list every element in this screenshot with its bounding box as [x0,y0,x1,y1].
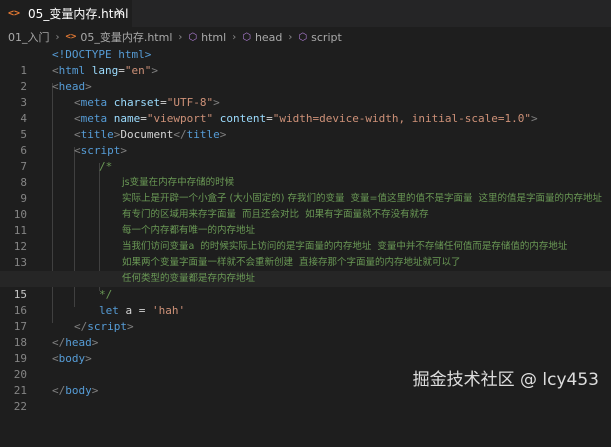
code-line[interactable]: 11 有专门的区域用来存字面量 而且还会对比 如果有字面量就不存没有就存 [0,207,611,237]
code-line-partial [0,399,611,404]
code-line[interactable]: 6 <title>Document</title> [0,127,611,157]
attr-value: "UTF-8" [166,96,214,109]
attr-value: "width=device-width, initial-scale=1.0" [272,112,531,125]
chevron-right-icon: › [178,31,183,43]
html-file-icon: <> [8,8,21,19]
attr-name: lang [91,64,119,77]
tag-name: head [65,336,92,349]
comment-text: js变量在内存中存储的时候 [122,177,235,188]
html-file-icon: <> [65,32,77,42]
breadcrumb-html[interactable]: html [201,31,226,44]
comment-text: 每一个内存都有唯一的内存地址 [122,225,256,236]
comment-text: 如果两个变量字面量一样就不会重新创建 直接存那个字面量的内存地址就可以了 [122,257,461,268]
editor-tab[interactable]: <> 05_变量内存.html × [0,0,132,27]
symbol-icon: ⬡ [242,31,251,43]
tab-bar: <> 05_变量内存.html × [0,0,611,27]
comment-text: 有专门的区域用来存字面量 而且还会对比 如果有字面量就不存没有就存 [122,209,429,220]
tag-name: title [186,128,220,141]
code-editor[interactable]: 1 <!DOCTYPE html> 2 <html lang="en"> 3 <… [0,47,611,413]
tag-name: body [65,384,92,397]
tag-name: script [87,320,127,333]
comment-text: 实际上是开辟一个小盒子 (大小固定的) 存我们的变量 变量=值这里的值不是字面量… [122,193,602,204]
breadcrumb-script[interactable]: script [311,31,342,44]
chevron-right-icon: › [232,31,237,43]
keyword: let [99,304,119,317]
code-line[interactable]: 3 <head> [0,79,611,109]
code-line[interactable]: 5 <meta name="viewport" content="width=d… [0,111,611,141]
comment: /* [99,160,113,173]
comment-text: 当我们访问变量a 的时候实际上访问的是字面量的内存地址 变量中并不存储任何值而是… [122,241,568,252]
tag-name: script [80,144,121,157]
code-line[interactable]: 14 如果两个变量字面量一样就不会重新创建 直接存那个字面量的内存地址就可以了 [0,255,611,285]
title-text: Document [120,128,174,141]
attr-name: content [219,112,267,125]
code-line[interactable]: 1 <!DOCTYPE html> [0,47,611,77]
code-line[interactable]: 9 js变量在内存中存储的时候 [0,175,611,205]
tag-name: html [58,64,86,77]
symbol-icon: ⬡ [188,31,198,43]
close-icon[interactable]: × [114,5,125,20]
code-line-active[interactable]: 15 任何类型的变量都是存内存地址 [0,271,611,301]
tag-name: head [58,80,86,93]
tag-name: title [80,128,114,141]
chevron-right-icon: › [55,31,60,43]
doctype: <!DOCTYPE html> [52,48,152,61]
code-line[interactable]: 13 当我们访问变量a 的时候实际上访问的是字面量的内存地址 变量中并不存储任何… [0,239,611,269]
comment-text: 任何类型的变量都是存内存地址 [122,273,256,284]
breadcrumb-file[interactable]: 05_变量内存.html [80,29,172,45]
comment: */ [99,288,113,301]
attr-name: name [113,112,141,125]
code-line[interactable]: 12 每一个内存都有唯一的内存地址 [0,223,611,253]
attr-value: "en" [124,64,152,77]
code-line[interactable]: 19 </head> [0,335,611,365]
breadcrumb-head[interactable]: head [255,31,282,44]
watermark: 掘金技术社区 @ lcy453 [412,370,599,390]
code-text: a = [118,304,152,317]
attr-name: charset [113,96,161,109]
code-line[interactable]: 16 */ [0,287,611,317]
tag-name: body [58,352,86,365]
tag-name: meta [80,112,108,125]
code-line[interactable]: 17 let a = 'hah' [0,303,611,333]
attr-value: "viewport" [146,112,214,125]
symbol-icon: ⬡ [298,31,308,43]
code-line[interactable]: 2 <html lang="en"> [0,63,611,93]
breadcrumb: 01_入门 › <> 05_变量内存.html › ⬡ html › ⬡ hea… [0,27,611,47]
code-line[interactable]: 18 </script> [0,319,611,349]
string-literal: 'hah' [152,304,186,317]
code-line[interactable]: 7 <script> [0,143,611,173]
chevron-right-icon: › [288,31,293,43]
code-line[interactable]: 10 实际上是开辟一个小盒子 (大小固定的) 存我们的变量 变量=值这里的值不是… [0,191,611,221]
code-line[interactable]: 4 <meta charset="UTF-8"> [0,95,611,125]
tag-name: meta [80,96,108,109]
breadcrumb-folder[interactable]: 01_入门 [8,29,50,45]
code-line[interactable]: 8 /* [0,159,611,189]
